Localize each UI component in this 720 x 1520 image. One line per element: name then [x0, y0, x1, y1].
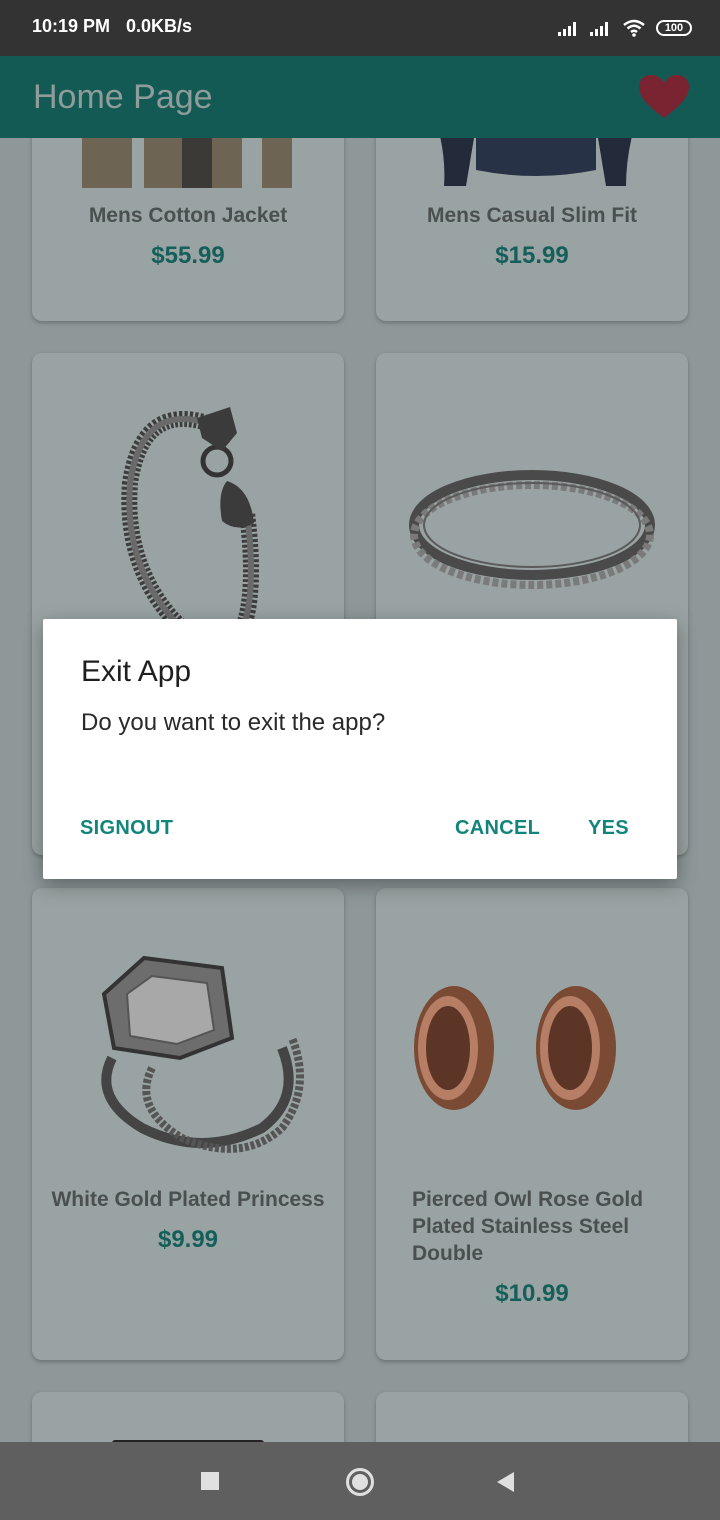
product-card[interactable] [376, 1392, 688, 1442]
home-icon[interactable] [346, 1468, 374, 1496]
exit-dialog: Exit App Do you want to exit the app? SI… [43, 619, 677, 879]
dialog-message: Do you want to exit the app? [81, 709, 386, 736]
page-title: Home Page [33, 78, 213, 116]
product-card[interactable] [32, 1392, 344, 1442]
ring-image [409, 470, 655, 589]
status-time: 10:19 PM [32, 16, 111, 36]
shirt-image [440, 138, 632, 186]
product-price: $10.99 [495, 1280, 569, 1307]
jacket-image [82, 138, 292, 188]
status-icons: 100 [558, 16, 692, 40]
dialog-title: Exit App [81, 655, 192, 688]
earrings-image [414, 986, 616, 1110]
princess-ring-image [101, 955, 304, 1153]
product-card[interactable]: Mens Cotton Jacket $55.99 [32, 138, 344, 321]
product-card[interactable]: Pierced Owl Rose Gold Plated Stainless S… [376, 888, 688, 1360]
product-price: $9.99 [157, 1226, 219, 1253]
app-bar: Home Page [0, 56, 720, 138]
recents-icon[interactable] [201, 1472, 219, 1490]
product-card[interactable]: White Gold Plated Princess $9.99 [32, 888, 344, 1360]
product-price: $15.99 [495, 242, 569, 269]
product-name: Pierced Owl Rose Gold Plated Stainless S… [412, 1188, 644, 1265]
product-price: $55.99 [151, 242, 225, 269]
battery-icon: 100 [656, 20, 692, 36]
heart-icon[interactable] [638, 74, 690, 120]
product-name: Mens Cotton Jacket [88, 204, 288, 227]
signal-icon [558, 22, 576, 36]
product-card[interactable]: Mens Casual Slim Fit $15.99 [376, 138, 688, 321]
status-bar: 10:19 PM 0.0KB/s 100 [0, 0, 720, 56]
signout-button[interactable]: SIGNOUT [80, 817, 173, 840]
product-name: Mens Casual Slim Fit [426, 204, 638, 227]
wifi-icon [623, 19, 645, 37]
signal-icon [590, 22, 608, 36]
navigation-bar [0, 1442, 720, 1520]
yes-button[interactable]: YES [588, 817, 629, 840]
cancel-button[interactable]: CANCEL [455, 817, 540, 840]
product-name: White Gold Plated Princess [51, 1188, 325, 1211]
back-icon[interactable] [497, 1472, 514, 1492]
status-network-speed: 0.0KB/s [126, 16, 193, 36]
